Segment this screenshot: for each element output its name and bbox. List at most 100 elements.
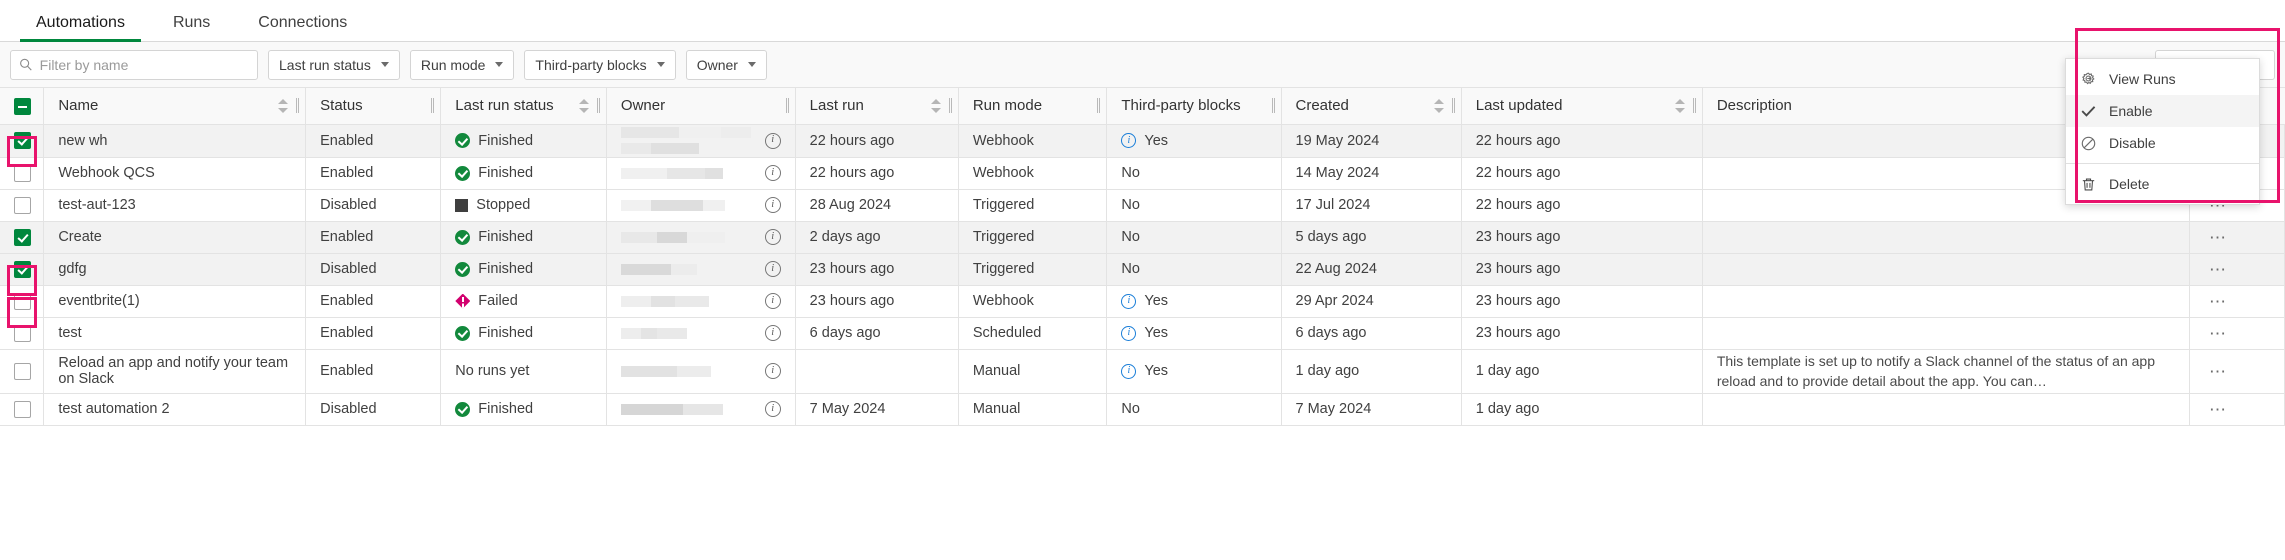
cell-row-actions[interactable]: ⋯: [2189, 317, 2284, 349]
tab-automations[interactable]: Automations: [12, 15, 149, 41]
row-checkbox[interactable]: [14, 293, 31, 310]
cell-last-updated: 23 hours ago: [1461, 285, 1702, 317]
row-checkbox[interactable]: [14, 197, 31, 214]
owner-info-icon[interactable]: i: [765, 229, 781, 245]
info-icon[interactable]: i: [1121, 326, 1136, 341]
row-select-cell[interactable]: [0, 285, 44, 317]
row-actions-menu-icon[interactable]: ⋯: [2204, 290, 2232, 312]
column-resize-handle[interactable]: [431, 98, 434, 113]
column-resize-handle[interactable]: [949, 98, 952, 113]
sort-toggle-icon[interactable]: [931, 98, 942, 114]
row-checkbox[interactable]: [14, 363, 31, 380]
table-row[interactable]: Create Enabled Finished i 2 days ago Tri…: [0, 221, 2285, 253]
cell-row-actions[interactable]: ⋯: [2189, 253, 2284, 285]
table-row[interactable]: new wh Enabled Finished i 22 hours ago W…: [0, 124, 2285, 157]
menu-item-disable[interactable]: Disable: [2066, 127, 2259, 159]
info-icon[interactable]: i: [1121, 133, 1136, 148]
menu-item-delete[interactable]: Delete: [2066, 168, 2259, 200]
owner-info-icon[interactable]: i: [765, 401, 781, 417]
cell-row-actions[interactable]: ⋯: [2189, 221, 2284, 253]
row-select-cell[interactable]: [0, 221, 44, 253]
column-header-last-run[interactable]: Last run: [795, 88, 958, 124]
owner-info-icon[interactable]: i: [765, 293, 781, 309]
column-resize-handle[interactable]: [296, 98, 299, 113]
table-row[interactable]: test Enabled Finished i 6 days ago Sched…: [0, 317, 2285, 349]
cell-name: test: [44, 317, 306, 349]
table-row[interactable]: eventbrite(1) Enabled Failed i 23 hours …: [0, 285, 2285, 317]
actions-dropdown-menu[interactable]: View Runs Enable Disable Delete: [2065, 58, 2260, 205]
tab-connections[interactable]: Connections: [234, 15, 371, 41]
owner-info-icon[interactable]: i: [765, 133, 781, 149]
tab-runs[interactable]: Runs: [149, 15, 234, 41]
column-resize-handle[interactable]: [1452, 98, 1455, 113]
column-header-third-party-blocks[interactable]: Third-party blocks: [1107, 88, 1281, 124]
filter-last-run-status[interactable]: Last run status: [268, 50, 400, 80]
column-resize-handle[interactable]: [1097, 98, 1100, 113]
row-checkbox[interactable]: [14, 325, 31, 342]
column-resize-handle[interactable]: [786, 98, 789, 113]
row-actions-menu-icon[interactable]: ⋯: [2204, 360, 2232, 382]
row-checkbox[interactable]: [14, 165, 31, 182]
cell-row-actions[interactable]: ⋯: [2189, 349, 2284, 393]
column-header-last-updated[interactable]: Last updated: [1461, 88, 1702, 124]
row-select-cell[interactable]: [0, 253, 44, 285]
table-row[interactable]: Reload an app and notify your team on Sl…: [0, 349, 2285, 393]
row-select-cell[interactable]: [0, 317, 44, 349]
last-run-text: 28 Aug 2024: [810, 197, 891, 213]
row-actions-menu-icon[interactable]: ⋯: [2204, 398, 2232, 420]
cell-row-actions[interactable]: ⋯: [2189, 393, 2284, 425]
owner-info-icon[interactable]: i: [765, 197, 781, 213]
row-select-cell[interactable]: [0, 393, 44, 425]
menu-item-enable[interactable]: Enable: [2066, 95, 2259, 127]
column-resize-handle[interactable]: [1272, 98, 1275, 113]
owner-info-icon[interactable]: i: [765, 165, 781, 181]
column-header-last-run-status[interactable]: Last run status: [441, 88, 607, 124]
select-all-checkbox[interactable]: [14, 98, 31, 115]
filter-run-mode[interactable]: Run mode: [410, 50, 515, 80]
table-row[interactable]: Webhook QCS Enabled Finished i 22 hours …: [0, 157, 2285, 189]
sort-toggle-icon[interactable]: [1434, 98, 1445, 114]
filter-owner[interactable]: Owner: [686, 50, 767, 80]
sort-toggle-icon[interactable]: [1675, 98, 1686, 114]
automation-name: Webhook QCS: [58, 165, 154, 181]
filter-third-party-blocks[interactable]: Third-party blocks: [524, 50, 675, 80]
owner-info-icon[interactable]: i: [765, 325, 781, 341]
column-header-name[interactable]: Name: [44, 88, 306, 124]
row-select-cell[interactable]: [0, 189, 44, 221]
owner-info-icon[interactable]: i: [765, 261, 781, 277]
row-select-cell[interactable]: [0, 349, 44, 393]
cell-last-run: 22 hours ago: [795, 157, 958, 189]
row-checkbox[interactable]: [14, 229, 31, 246]
info-icon[interactable]: i: [1121, 364, 1136, 379]
menu-item-view-runs[interactable]: View Runs: [2066, 63, 2259, 95]
select-all-header[interactable]: [0, 88, 44, 124]
table-body: new wh Enabled Finished i 22 hours ago W…: [0, 124, 2285, 425]
table-row[interactable]: test-aut-123 Disabled Stopped i 28 Aug 2…: [0, 189, 2285, 221]
owner-redacted: [621, 363, 711, 379]
info-icon[interactable]: i: [1121, 294, 1136, 309]
row-select-cell[interactable]: [0, 157, 44, 189]
third-party-blocks-text: No: [1121, 165, 1140, 181]
cell-row-actions[interactable]: ⋯: [2189, 285, 2284, 317]
row-actions-menu-icon[interactable]: ⋯: [2204, 226, 2232, 248]
column-header-owner[interactable]: Owner: [606, 88, 795, 124]
column-header-status[interactable]: Status: [306, 88, 441, 124]
row-actions-menu-icon[interactable]: ⋯: [2204, 322, 2232, 344]
table-row[interactable]: test automation 2 Disabled Finished i 7 …: [0, 393, 2285, 425]
row-select-cell[interactable]: [0, 124, 44, 157]
row-checkbox[interactable]: [14, 132, 31, 149]
sort-toggle-icon[interactable]: [579, 98, 590, 114]
owner-info-icon[interactable]: i: [765, 363, 781, 379]
row-actions-menu-icon[interactable]: ⋯: [2204, 258, 2232, 280]
search-box[interactable]: [10, 50, 258, 80]
search-input[interactable]: [40, 57, 249, 73]
column-header-run-mode[interactable]: Run mode: [958, 88, 1107, 124]
column-header-created[interactable]: Created: [1281, 88, 1461, 124]
row-checkbox[interactable]: [14, 261, 31, 278]
last-run-text: 23 hours ago: [810, 261, 895, 277]
column-resize-handle[interactable]: [1693, 98, 1696, 113]
sort-toggle-icon[interactable]: [278, 98, 289, 114]
row-checkbox[interactable]: [14, 401, 31, 418]
table-row[interactable]: gdfg Disabled Finished i 23 hours ago Tr…: [0, 253, 2285, 285]
column-resize-handle[interactable]: [597, 98, 600, 113]
